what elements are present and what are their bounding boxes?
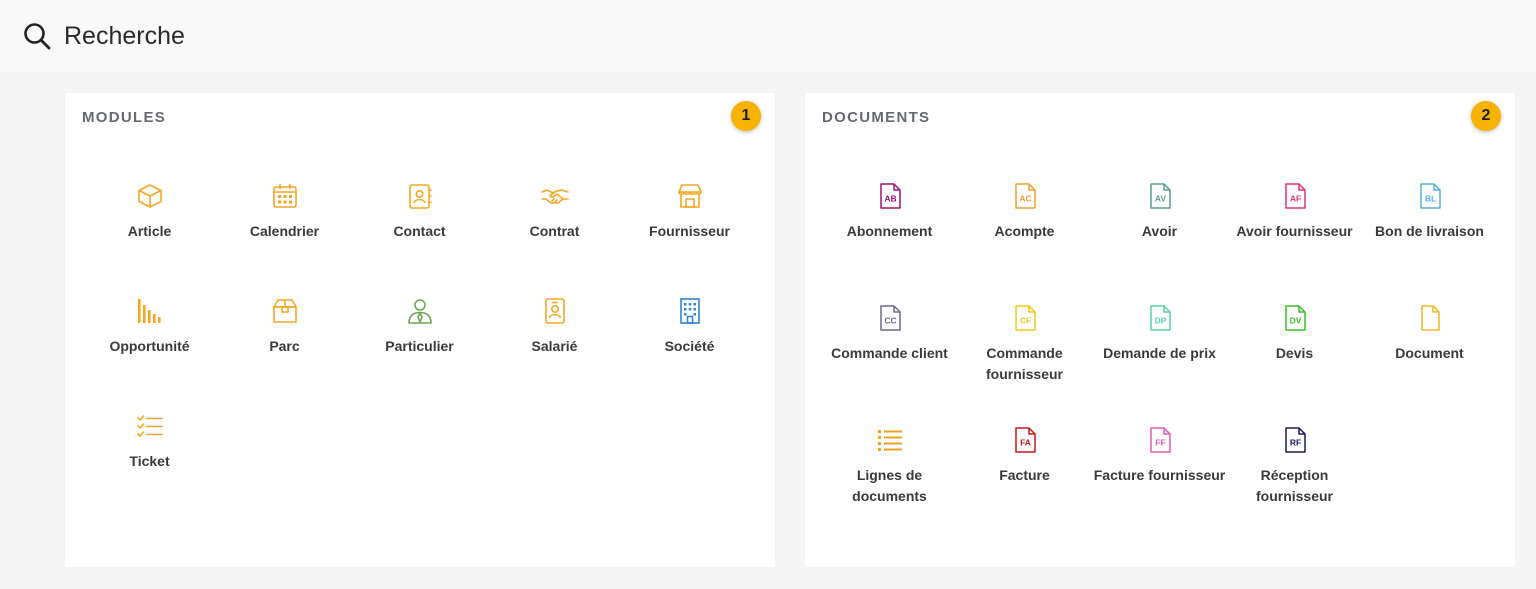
module-label: Contrat — [529, 223, 580, 239]
document-label: Acompte — [994, 223, 1055, 239]
svg-text:FA: FA — [1020, 438, 1031, 448]
document-tile-commande-fournisseur[interactable]: CF Commande fournisseur — [957, 303, 1092, 408]
document-label: Devis — [1275, 345, 1314, 361]
search-bar — [0, 0, 1536, 72]
document-label: Abonnement — [846, 223, 933, 239]
svg-text:AV: AV — [1154, 194, 1166, 204]
document-tile-commande-client[interactable]: CC Commande client — [822, 303, 957, 408]
documents-title: DOCUMENTS — [822, 109, 931, 126]
documents-panel: DOCUMENTS 2 AB Abonnement AC Acompte AV Avoir… — [805, 93, 1515, 567]
document-tile-bon-de-livraison[interactable]: BL Bon de livraison — [1362, 181, 1497, 286]
checklist-icon — [135, 411, 165, 441]
document-tile-devis[interactable]: DV Devis — [1227, 303, 1362, 408]
av-document-icon: AV — [1145, 181, 1175, 211]
svg-text:CF: CF — [1019, 316, 1030, 326]
search-icon[interactable] — [22, 21, 52, 51]
contact-book-icon — [405, 181, 435, 211]
ff-document-icon: FF — [1145, 425, 1175, 455]
svg-text:AF: AF — [1289, 194, 1300, 204]
module-tile-calendrier[interactable]: Calendrier — [217, 181, 352, 286]
module-label: Société — [664, 338, 715, 354]
svg-text:FF: FF — [1155, 438, 1165, 448]
module-label: Salarié — [531, 338, 578, 354]
bl-document-icon: BL — [1415, 181, 1445, 211]
cc-document-icon: CC — [875, 303, 905, 333]
module-tile-contrat[interactable]: Contrat — [487, 181, 622, 286]
badge-icon — [540, 296, 570, 326]
search-input[interactable] — [64, 16, 664, 56]
module-label: Parc — [269, 338, 300, 354]
documents-step-badge: 2 — [1471, 101, 1501, 131]
module-tile-parc[interactable]: Parc — [217, 296, 352, 401]
module-label: Fournisseur — [649, 223, 730, 239]
svg-text:DP: DP — [1154, 316, 1166, 326]
document-label: Bon de livraison — [1375, 223, 1484, 239]
module-tile-opportunite[interactable]: Opportunité — [82, 296, 217, 401]
document-label: Commande fournisseur — [985, 345, 1063, 382]
svg-text:AB: AB — [884, 194, 896, 204]
module-label: Opportunité — [109, 338, 190, 354]
af-document-icon: AF — [1280, 181, 1310, 211]
document-tile-avoir-fournisseur[interactable]: AF Avoir fournisseur — [1227, 181, 1362, 286]
document-label: Avoir — [1141, 223, 1178, 239]
svg-text:DV: DV — [1289, 316, 1301, 326]
dv-document-icon: DV — [1280, 303, 1310, 333]
module-tile-fournisseur[interactable]: Fournisseur — [622, 181, 757, 286]
document-label: Document — [1395, 345, 1464, 361]
dp-document-icon: DP — [1145, 303, 1175, 333]
list-icon — [875, 425, 905, 455]
module-tile-salarie[interactable]: Salarié — [487, 296, 622, 401]
modules-title: MODULES — [82, 109, 167, 126]
document-label: Réception fournisseur — [1255, 467, 1333, 504]
handshake-icon — [540, 181, 570, 211]
module-tile-article[interactable]: Article — [82, 181, 217, 286]
rf-document-icon: RF — [1280, 425, 1310, 455]
document-icon — [1415, 303, 1445, 333]
module-tile-ticket[interactable]: Ticket — [82, 411, 217, 516]
svg-text:BL: BL — [1424, 194, 1435, 204]
document-tile-acompte[interactable]: AC Acompte — [957, 181, 1092, 286]
module-label: Particulier — [385, 338, 454, 354]
cf-document-icon: CF — [1010, 303, 1040, 333]
svg-text:AC: AC — [1019, 194, 1031, 204]
document-label: Lignes de documents — [852, 467, 927, 504]
document-tile-lignes-de-documents[interactable]: Lignes de documents — [822, 425, 957, 530]
module-tile-contact[interactable]: Contact — [352, 181, 487, 286]
package-icon — [270, 296, 300, 326]
module-label: Calendrier — [249, 223, 320, 239]
modules-step-badge: 1 — [731, 101, 761, 131]
ab-document-icon: AB — [875, 181, 905, 211]
document-tile-abonnement[interactable]: AB Abonnement — [822, 181, 957, 286]
document-tile-facture-fournisseur[interactable]: FF Facture fournisseur — [1092, 425, 1227, 530]
fa-document-icon: FA — [1010, 425, 1040, 455]
document-tile-reception-fournisseur[interactable]: RF Réception fournisseur — [1227, 425, 1362, 530]
svg-text:CC: CC — [884, 316, 896, 326]
module-label: Contact — [393, 223, 446, 239]
box-icon — [135, 181, 165, 211]
document-tile-demande-de-prix[interactable]: DP Demande de prix — [1092, 303, 1227, 408]
modules-panel: MODULES 1 Article Calendrier Contact Contra… — [65, 93, 775, 567]
document-label: Commande client — [831, 345, 948, 361]
store-icon — [675, 181, 705, 211]
document-label: Facture — [999, 467, 1050, 483]
document-label: Demande de prix — [1103, 345, 1216, 361]
person-icon — [405, 296, 435, 326]
svg-text:RF: RF — [1289, 438, 1300, 448]
bar-chart-icon — [135, 296, 165, 326]
ac-document-icon: AC — [1010, 181, 1040, 211]
document-tile-document[interactable]: Document — [1362, 303, 1497, 408]
module-tile-societe[interactable]: Société — [622, 296, 757, 401]
module-tile-particulier[interactable]: Particulier — [352, 296, 487, 401]
document-label: Avoir fournisseur — [1236, 223, 1353, 239]
module-label: Ticket — [129, 453, 170, 469]
document-tile-avoir[interactable]: AV Avoir — [1092, 181, 1227, 286]
document-tile-facture[interactable]: FA Facture — [957, 425, 1092, 530]
calendar-icon — [270, 181, 300, 211]
building-icon — [675, 296, 705, 326]
document-label: Facture fournisseur — [1093, 467, 1226, 483]
module-label: Article — [127, 223, 172, 239]
